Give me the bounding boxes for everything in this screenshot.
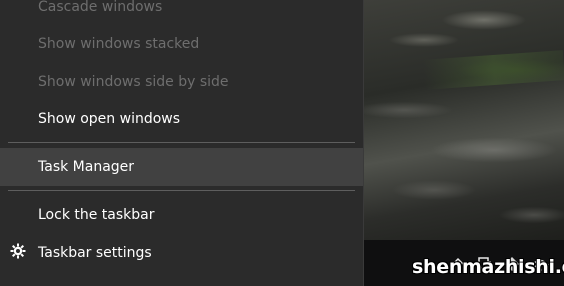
menu-item-show-open-windows[interactable]: Show open windows xyxy=(0,100,363,138)
menu-item-label: Cascade windows xyxy=(38,0,163,15)
wallpaper-moss xyxy=(423,50,564,90)
gear-icon xyxy=(10,243,26,263)
menu-item-label: Task Manager xyxy=(38,159,135,175)
menu-item-task-manager[interactable]: Task Manager xyxy=(0,148,363,186)
menu-item-label: Taskbar settings xyxy=(38,245,152,261)
menu-item-cascade-windows: Cascade windows xyxy=(0,0,363,26)
taskbar-context-menu: Cascade windows Show windows stacked Sho… xyxy=(0,0,364,286)
menu-separator xyxy=(8,142,355,143)
menu-item-taskbar-settings[interactable]: Taskbar settings xyxy=(0,234,363,272)
menu-item-show-windows-side-by-side: Show windows side by side xyxy=(0,63,363,101)
menu-item-label: Show open windows xyxy=(38,111,181,127)
desktop: shenmazhishi.com Cascade windows Show wi… xyxy=(0,0,564,286)
desktop-wallpaper xyxy=(364,0,564,240)
menu-item-label: Lock the taskbar xyxy=(38,207,155,223)
menu-item-label: Show windows side by side xyxy=(38,74,229,90)
menu-separator xyxy=(8,190,355,191)
menu-item-show-windows-stacked: Show windows stacked xyxy=(0,25,363,63)
menu-item-lock-the-taskbar[interactable]: Lock the taskbar xyxy=(0,196,363,234)
menu-item-label: Show windows stacked xyxy=(38,36,200,52)
watermark-text: shenmazhishi.com xyxy=(412,256,564,278)
